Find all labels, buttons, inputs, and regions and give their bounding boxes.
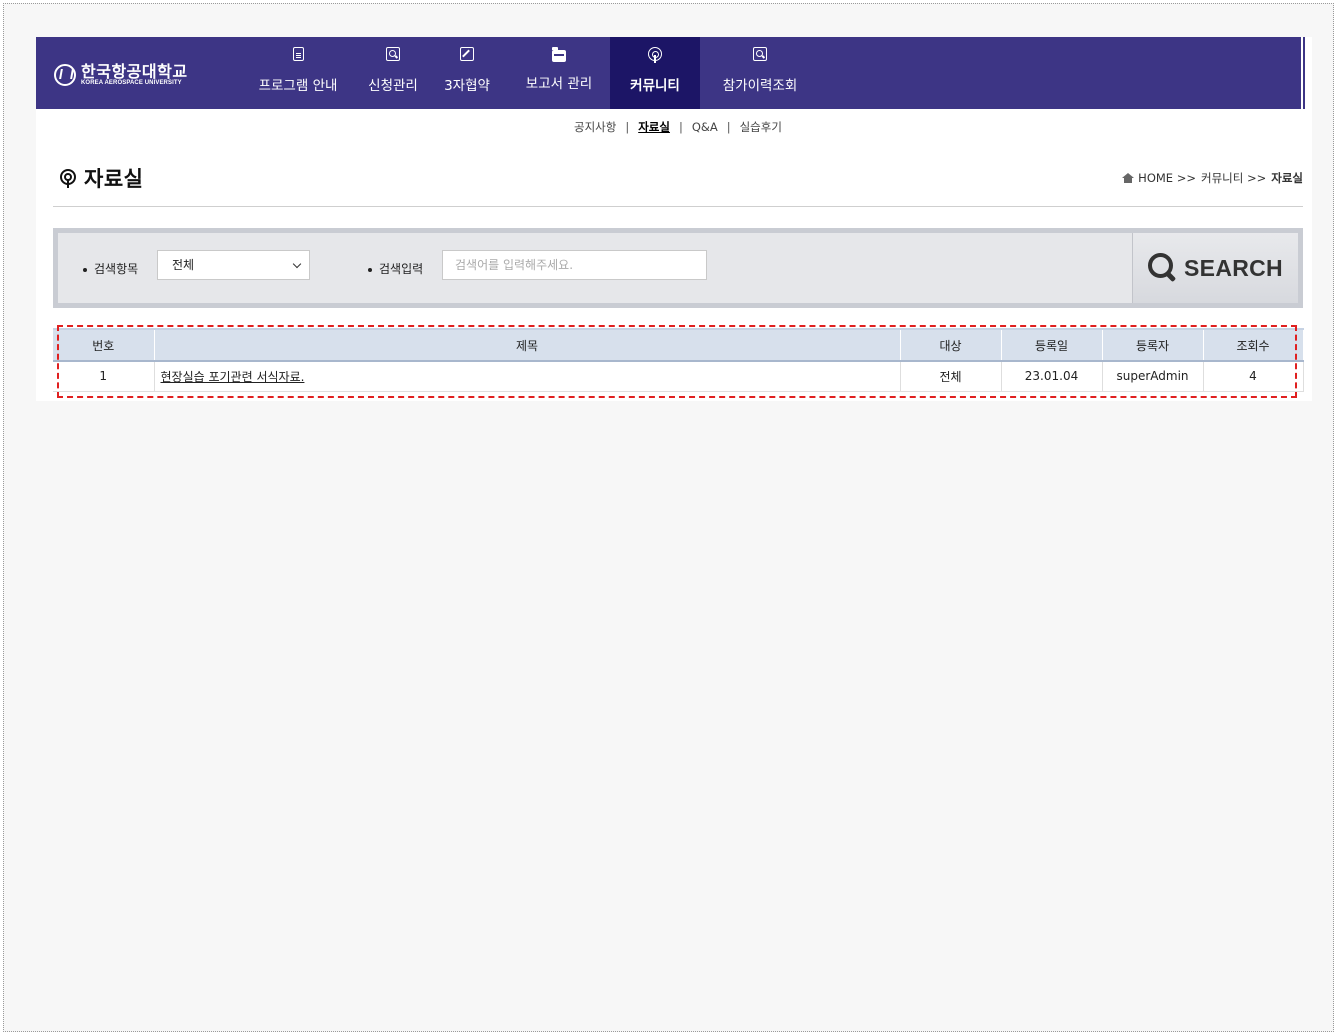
cell-number: 1 — [53, 361, 155, 392]
menu-history[interactable]: 참가이력조회 — [700, 37, 820, 109]
logo-english-name: KOREA AEROSPACE UNIVERSITY — [81, 80, 182, 86]
col-header-target[interactable]: 대상 — [900, 328, 1002, 362]
nav-edge-strip — [1303, 37, 1305, 109]
menu-label: 참가이력조회 — [722, 78, 798, 94]
menu-label: 보고서 관리 — [525, 76, 593, 92]
page-title-row: 자료실 — [60, 163, 143, 193]
cell-author: superAdmin — [1102, 361, 1204, 392]
page-background: 한국항공대학교 KOREA AEROSPACE UNIVERSITY 프로그램 … — [3, 3, 1334, 1032]
search-icon — [386, 47, 400, 61]
search-category-select[interactable]: 전체 — [157, 250, 310, 280]
col-header-number[interactable]: 번호 — [53, 328, 155, 362]
logo-text: 한국항공대학교 KOREA AEROSPACE UNIVERSITY — [81, 63, 188, 87]
search-panel: 검색항목 전체 검색입력 검색어를 입력해주세요. SEARCH — [53, 228, 1303, 308]
search-icon — [753, 47, 767, 61]
subnav-qna[interactable]: Q&A — [692, 120, 718, 134]
main-menu: 프로그램 안내 신청관리 3자협약 보고서 관리 커뮤니티 참가이력조회 — [236, 37, 820, 109]
menu-label: 3자협약 — [444, 78, 490, 94]
title-divider — [53, 206, 1303, 207]
subnav-notice[interactable]: 공지사항 — [574, 119, 616, 135]
menu-application[interactable]: 신청관리 — [360, 37, 426, 109]
breadcrumb-current: 자료실 — [1271, 171, 1303, 185]
col-header-date[interactable]: 등록일 — [1001, 328, 1103, 362]
search-input-label: 검색입력 — [368, 260, 423, 277]
breadcrumb-community[interactable]: 커뮤니티 >> — [1201, 170, 1266, 186]
col-header-views[interactable]: 조회수 — [1203, 328, 1304, 362]
home-icon — [1122, 173, 1135, 183]
subnav-separator: | — [625, 120, 630, 134]
menu-label: 신청관리 — [368, 78, 418, 94]
subnav-separator: | — [726, 120, 731, 134]
breadcrumb: HOME >> 커뮤니티 >> 자료실 — [1122, 170, 1303, 186]
subnav-separator: | — [678, 120, 683, 134]
logo-korean-name: 한국항공대학교 — [81, 62, 188, 81]
cell-views: 4 — [1203, 361, 1304, 392]
search-category-label: 검색항목 — [83, 260, 138, 277]
menu-label: 프로그램 안내 — [258, 78, 338, 94]
search-input[interactable]: 검색어를 입력해주세요. — [442, 250, 707, 280]
cell-title: 현장실습 포기관련 서식자료. — [154, 361, 901, 392]
university-emblem-icon — [54, 64, 76, 86]
subnav-reviews[interactable]: 실습후기 — [740, 119, 782, 135]
archive-table: 번호 제목 대상 등록일 등록자 조회수 1 현장실습 포기관련 서식자료. 전… — [53, 328, 1304, 392]
podcast-icon — [648, 47, 662, 63]
col-header-title[interactable]: 제목 — [154, 328, 901, 362]
table-row[interactable]: 1 현장실습 포기관련 서식자료. 전체 23.01.04 superAdmin… — [53, 361, 1304, 392]
cell-date: 23.01.04 — [1001, 361, 1103, 392]
podcast-icon — [60, 169, 76, 188]
menu-agreement[interactable]: 3자협약 — [426, 37, 508, 109]
menu-label: 커뮤니티 — [630, 78, 680, 94]
search-icon — [1148, 253, 1177, 283]
cell-target: 전체 — [900, 361, 1002, 392]
menu-report[interactable]: 보고서 관리 — [508, 37, 610, 109]
page-title: 자료실 — [84, 167, 144, 191]
subnav-archive[interactable]: 자료실 — [638, 119, 670, 135]
search-button-label: SEARCH — [1184, 254, 1283, 281]
search-category-value: 전체 — [172, 258, 195, 272]
menu-program-info[interactable]: 프로그램 안내 — [236, 37, 360, 109]
top-navigation: 한국항공대학교 KOREA AEROSPACE UNIVERSITY 프로그램 … — [36, 37, 1301, 109]
search-button[interactable]: SEARCH — [1132, 233, 1298, 303]
table-header-row: 번호 제목 대상 등록일 등록자 조회수 — [53, 328, 1304, 362]
document-icon — [293, 47, 304, 61]
chevron-down-icon — [292, 259, 302, 269]
menu-community[interactable]: 커뮤니티 — [610, 37, 700, 109]
university-logo[interactable]: 한국항공대학교 KOREA AEROSPACE UNIVERSITY — [54, 61, 188, 89]
page-container: 한국항공대학교 KOREA AEROSPACE UNIVERSITY 프로그램 … — [36, 37, 1312, 401]
breadcrumb-home[interactable]: HOME >> — [1138, 171, 1196, 185]
post-title-link[interactable]: 현장실습 포기관련 서식자료. — [161, 370, 305, 384]
folder-icon — [552, 47, 566, 62]
col-header-author[interactable]: 등록자 — [1102, 328, 1204, 362]
edit-icon — [460, 47, 474, 61]
